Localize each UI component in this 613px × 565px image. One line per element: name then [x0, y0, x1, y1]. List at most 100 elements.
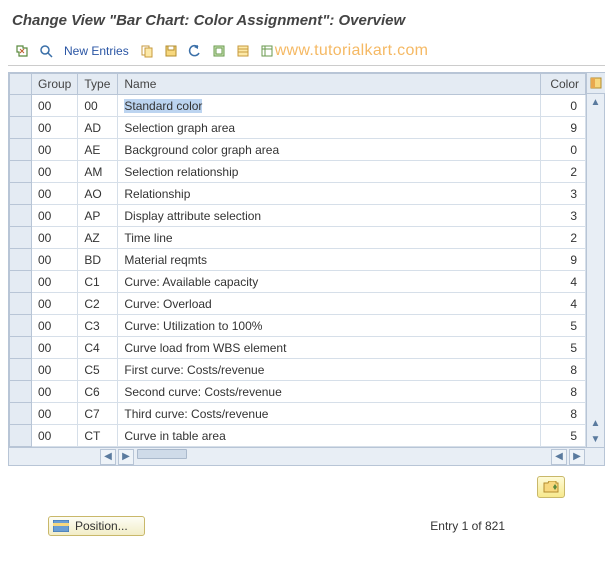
cell-type[interactable]: C1: [78, 271, 118, 293]
table-row[interactable]: 00BDMaterial reqmts9: [10, 249, 586, 271]
col-name-header[interactable]: Name: [118, 74, 541, 95]
row-selector[interactable]: [10, 205, 32, 227]
cell-color[interactable]: 3: [541, 183, 586, 205]
cell-name[interactable]: Selection graph area: [118, 117, 541, 139]
cell-group[interactable]: 00: [32, 227, 78, 249]
select-all-icon[interactable]: [209, 41, 229, 61]
cell-group[interactable]: 00: [32, 249, 78, 271]
cell-color[interactable]: 8: [541, 381, 586, 403]
table-row[interactable]: 00AEBackground color graph area0: [10, 139, 586, 161]
table-row[interactable]: 00C7Third curve: Costs/revenue8: [10, 403, 586, 425]
cell-group[interactable]: 00: [32, 381, 78, 403]
cell-type[interactable]: C6: [78, 381, 118, 403]
cell-name[interactable]: Standard color: [118, 95, 541, 117]
cell-group[interactable]: 00: [32, 205, 78, 227]
hscroll-thumb[interactable]: [137, 449, 187, 459]
row-selector[interactable]: [10, 227, 32, 249]
cell-group[interactable]: 00: [32, 403, 78, 425]
row-selector[interactable]: [10, 117, 32, 139]
cell-name[interactable]: Relationship: [118, 183, 541, 205]
cell-name[interactable]: Second curve: Costs/revenue: [118, 381, 541, 403]
hscroll-first-icon[interactable]: ◀: [100, 449, 116, 465]
cell-name[interactable]: Selection relationship: [118, 161, 541, 183]
hscroll-last-icon[interactable]: ▶: [569, 449, 585, 465]
table-row[interactable]: 00APDisplay attribute selection3: [10, 205, 586, 227]
col-group-header[interactable]: Group: [32, 74, 78, 95]
cell-type[interactable]: AM: [78, 161, 118, 183]
col-rowselector[interactable]: [10, 74, 32, 95]
cell-name[interactable]: Curve in table area: [118, 425, 541, 447]
row-selector[interactable]: [10, 161, 32, 183]
table-row[interactable]: 00CTCurve in table area5: [10, 425, 586, 447]
row-selector[interactable]: [10, 425, 32, 447]
cell-type[interactable]: C2: [78, 293, 118, 315]
table-row[interactable]: 00AMSelection relationship2: [10, 161, 586, 183]
cell-type[interactable]: C7: [78, 403, 118, 425]
cell-name[interactable]: Curve: Utilization to 100%: [118, 315, 541, 337]
scroll-up-icon[interactable]: ▲: [591, 94, 601, 110]
cell-type[interactable]: AE: [78, 139, 118, 161]
col-type-header[interactable]: Type: [78, 74, 118, 95]
cell-type[interactable]: AD: [78, 117, 118, 139]
cell-group[interactable]: 00: [32, 315, 78, 337]
cell-name[interactable]: Curve: Overload: [118, 293, 541, 315]
cell-type[interactable]: C5: [78, 359, 118, 381]
table-row[interactable]: 00AZTime line2: [10, 227, 586, 249]
cell-type[interactable]: C3: [78, 315, 118, 337]
row-selector[interactable]: [10, 139, 32, 161]
cell-color[interactable]: 5: [541, 337, 586, 359]
cell-group[interactable]: 00: [32, 139, 78, 161]
cell-name[interactable]: Curve load from WBS element: [118, 337, 541, 359]
scroll-down-small-icon[interactable]: ▲: [591, 415, 601, 431]
cell-group[interactable]: 00: [32, 95, 78, 117]
cell-color[interactable]: 8: [541, 359, 586, 381]
table-row[interactable]: 00C5First curve: Costs/revenue8: [10, 359, 586, 381]
cell-color[interactable]: 8: [541, 403, 586, 425]
display-icon[interactable]: [36, 41, 56, 61]
cell-group[interactable]: 00: [32, 337, 78, 359]
cell-name[interactable]: Display attribute selection: [118, 205, 541, 227]
table-settings-icon[interactable]: [587, 73, 605, 94]
cell-color[interactable]: 2: [541, 227, 586, 249]
row-selector[interactable]: [10, 271, 32, 293]
cell-group[interactable]: 00: [32, 271, 78, 293]
select-block-icon[interactable]: [233, 41, 253, 61]
cell-color[interactable]: 9: [541, 249, 586, 271]
table-row[interactable]: 00C3Curve: Utilization to 100%5: [10, 315, 586, 337]
col-color-header[interactable]: Color: [541, 74, 586, 95]
horizontal-scrollbar[interactable]: ◀ ▶ ◀ ▶: [9, 447, 604, 465]
cell-type[interactable]: BD: [78, 249, 118, 271]
table-row[interactable]: 00ADSelection graph area9: [10, 117, 586, 139]
hscroll-left-icon[interactable]: ▶: [118, 449, 134, 465]
scroll-down-icon[interactable]: ▼: [591, 431, 601, 447]
row-selector[interactable]: [10, 249, 32, 271]
row-selector[interactable]: [10, 293, 32, 315]
cell-group[interactable]: 00: [32, 117, 78, 139]
table-row[interactable]: 00C6Second curve: Costs/revenue8: [10, 381, 586, 403]
other-view-icon[interactable]: [12, 41, 32, 61]
row-selector[interactable]: [10, 381, 32, 403]
vertical-scrollbar[interactable]: ▲ ▲ ▼: [586, 73, 604, 447]
cell-type[interactable]: AP: [78, 205, 118, 227]
row-selector[interactable]: [10, 95, 32, 117]
position-button[interactable]: Position...: [48, 516, 145, 536]
hscroll-right-icon[interactable]: ◀: [551, 449, 567, 465]
deselect-all-icon[interactable]: [257, 41, 277, 61]
cell-color[interactable]: 0: [541, 95, 586, 117]
cell-type[interactable]: 00: [78, 95, 118, 117]
cell-color[interactable]: 5: [541, 425, 586, 447]
table-row[interactable]: 00AORelationship3: [10, 183, 586, 205]
cell-type[interactable]: C4: [78, 337, 118, 359]
cell-name[interactable]: Material reqmts: [118, 249, 541, 271]
cell-color[interactable]: 0: [541, 139, 586, 161]
row-selector[interactable]: [10, 359, 32, 381]
cell-type[interactable]: AO: [78, 183, 118, 205]
cell-group[interactable]: 00: [32, 425, 78, 447]
table-row[interactable]: 00C1Curve: Available capacity4: [10, 271, 586, 293]
cell-group[interactable]: 00: [32, 359, 78, 381]
cell-color[interactable]: 5: [541, 315, 586, 337]
folder-button[interactable]: [537, 476, 565, 498]
cell-color[interactable]: 4: [541, 271, 586, 293]
row-selector[interactable]: [10, 315, 32, 337]
cell-type[interactable]: CT: [78, 425, 118, 447]
